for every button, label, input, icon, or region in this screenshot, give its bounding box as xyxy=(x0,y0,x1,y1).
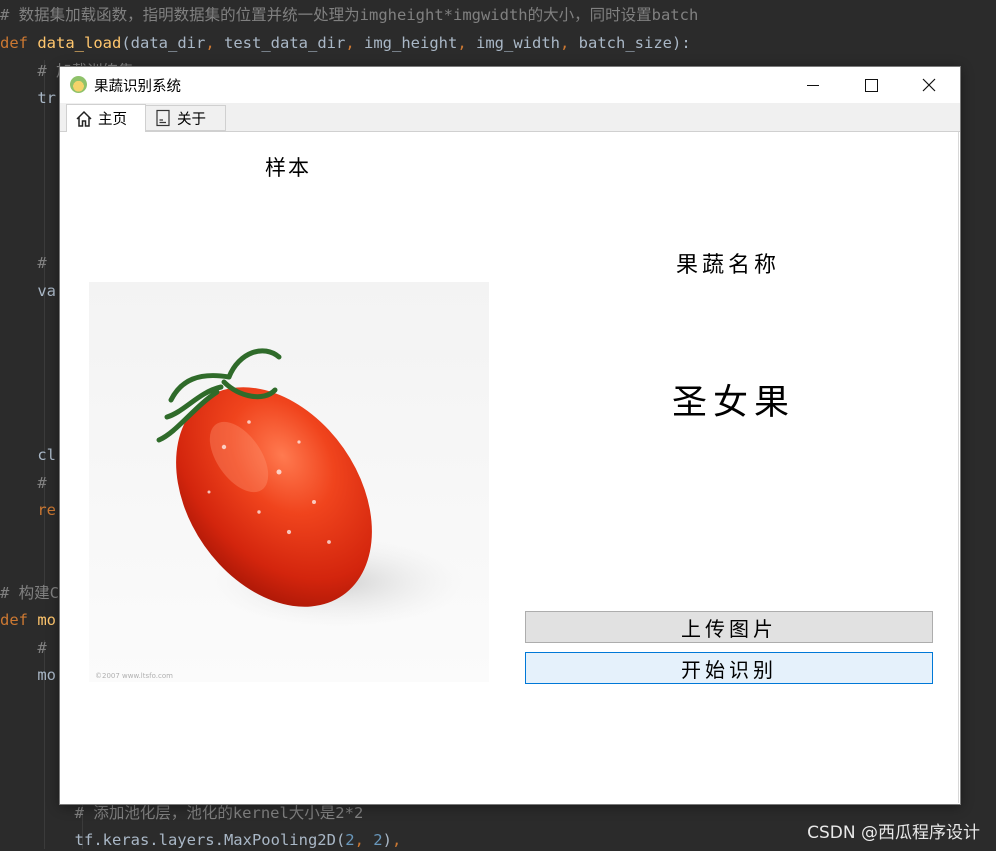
code-line: va xyxy=(0,282,56,300)
code-line-comment: # xyxy=(0,474,47,492)
home-icon xyxy=(75,110,93,128)
svg-text:©2007 www.ltsfo.com: ©2007 www.ltsfo.com xyxy=(95,672,173,680)
tab-home-label: 主页 xyxy=(98,112,127,128)
tab-about[interactable]: 关于 xyxy=(146,105,226,131)
code-line-comment: # 添加池化层，池化的kernel大小是2*2 xyxy=(0,804,364,822)
minimize-button[interactable] xyxy=(784,67,842,103)
minimize-icon xyxy=(807,84,819,86)
tab-bar: 主页 关于 xyxy=(60,103,960,133)
upload-image-button[interactable]: 上传图片 xyxy=(525,611,933,643)
code-line: re xyxy=(0,501,56,519)
fruit-name-label: 果蔬名称 xyxy=(676,253,781,278)
code-line-comment: # 构建C xyxy=(0,584,59,602)
code-line: tf.keras.layers.MaxPooling2D(2, 2), xyxy=(0,831,402,849)
code-text: # 数据集加载函数，指明数据集的位置并统一处理为imgheight*imgwid… xyxy=(0,6,699,24)
home-panel: 样本 ©2007 www.ltsfo.com 果蔬名称 圣女果 上传图片 开始识… xyxy=(60,132,959,803)
code-line-comment: # xyxy=(0,639,47,657)
recognition-result: 圣女果 xyxy=(672,383,796,423)
maximize-icon xyxy=(864,78,878,92)
tab-home[interactable]: 主页 xyxy=(66,104,146,133)
code-line: tr xyxy=(0,89,56,107)
tomato-sample-image: ©2007 www.ltsfo.com xyxy=(89,282,489,682)
fruit-app-icon xyxy=(70,76,87,93)
document-icon xyxy=(154,109,172,127)
csdn-watermark: CSDN @西瓜程序设计 xyxy=(807,823,980,843)
code-line-comment: # xyxy=(0,254,47,272)
maximize-button[interactable] xyxy=(842,67,900,103)
code-line-comment: # 数据集加载函数，指明数据集的位置并统一处理为imgheight*imgwid… xyxy=(0,4,698,26)
code-line: mo xyxy=(0,666,56,684)
app-window: 果蔬识别系统 主页 关于 样本 ©2007 www.ltsfo.com 果蔬名称… xyxy=(60,67,960,804)
code-line-def: def data_load(data_dir, test_data_dir, i… xyxy=(0,34,691,52)
close-button[interactable] xyxy=(900,67,958,103)
sample-label: 样本 xyxy=(265,156,311,180)
code-line: def mo xyxy=(0,611,56,629)
close-icon xyxy=(922,78,936,92)
title-bar[interactable]: 果蔬识别系统 xyxy=(60,67,960,103)
window-title: 果蔬识别系统 xyxy=(94,79,181,95)
start-recognition-button[interactable]: 开始识别 xyxy=(525,652,933,684)
tab-about-label: 关于 xyxy=(177,111,206,128)
code-line: cl xyxy=(0,446,56,464)
